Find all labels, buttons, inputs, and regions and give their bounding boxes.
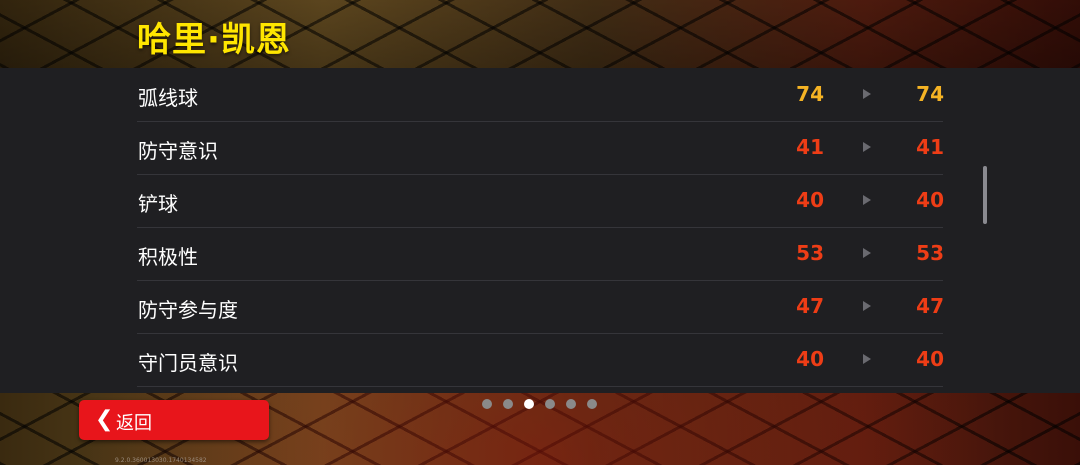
page-dot[interactable] [524, 399, 534, 409]
play-triangle-icon [863, 195, 871, 205]
page-dot[interactable] [482, 399, 492, 409]
back-button-label: 返回 [116, 413, 152, 434]
stat-row-aggression: 积极性 53 53 [137, 227, 944, 281]
stat-label: 防守意识 [138, 139, 218, 163]
player-name-title: 哈里·凯恩 [137, 20, 291, 60]
stat-value-after: 74 [916, 82, 944, 106]
stat-value-before: 41 [796, 135, 824, 159]
page-indicator [482, 399, 597, 409]
page-dot[interactable] [566, 399, 576, 409]
play-triangle-icon [863, 89, 871, 99]
stat-row-curve: 弧线球 74 74 [137, 68, 944, 122]
stat-row-goalkeeping-awareness: 守门员意识 40 40 [137, 333, 944, 387]
stat-label: 积极性 [138, 245, 198, 269]
stat-row-defensive-engagement: 防守参与度 47 47 [137, 280, 944, 334]
stat-value-before: 47 [796, 294, 824, 318]
stat-value-after: 40 [916, 347, 944, 371]
page-dot[interactable] [545, 399, 555, 409]
version-text: 9.2.0.360013030.1740134582 [115, 457, 207, 464]
page-dot[interactable] [503, 399, 513, 409]
scrollbar-thumb[interactable] [983, 166, 987, 224]
play-triangle-icon [863, 301, 871, 311]
stat-value-before: 40 [796, 188, 824, 212]
stat-row-defensive-awareness: 防守意识 41 41 [137, 121, 944, 175]
stats-panel[interactable]: 弧线球 74 74 防守意识 41 41 铲球 40 40 积极性 53 53 … [0, 68, 1080, 393]
stat-row-tackling: 铲球 40 40 [137, 174, 944, 228]
play-triangle-icon [863, 142, 871, 152]
stat-label: 铲球 [138, 192, 178, 216]
play-triangle-icon [863, 354, 871, 364]
back-button[interactable]: ❮ 返回 [79, 400, 269, 440]
stat-value-before: 40 [796, 347, 824, 371]
stat-label: 弧线球 [138, 86, 198, 110]
stat-value-before: 53 [796, 241, 824, 265]
stat-value-after: 41 [916, 135, 944, 159]
stat-value-after: 40 [916, 188, 944, 212]
stat-value-after: 53 [916, 241, 944, 265]
chevron-left-icon: ❮ [95, 407, 114, 432]
stat-label: 守门员意识 [138, 351, 238, 375]
stat-label: 防守参与度 [138, 298, 238, 322]
play-triangle-icon [863, 248, 871, 258]
stat-value-before: 74 [796, 82, 824, 106]
stat-value-after: 47 [916, 294, 944, 318]
page-dot[interactable] [587, 399, 597, 409]
